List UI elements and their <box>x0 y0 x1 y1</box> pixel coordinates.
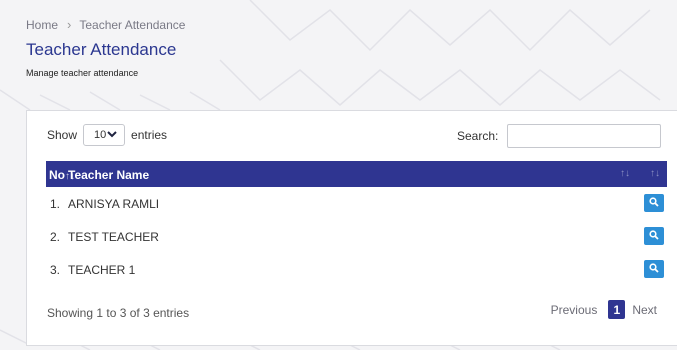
breadcrumb: Home › Teacher Attendance <box>26 17 185 32</box>
column-header-no-label: No <box>49 168 65 182</box>
sort-icon[interactable]: ↑↓ <box>620 168 630 179</box>
search-icon <box>649 262 659 276</box>
breadcrumb-separator: › <box>67 17 72 32</box>
search-icon <box>649 229 659 243</box>
view-button[interactable] <box>644 194 664 212</box>
attendance-card: Show 10 entries Search: No ↑↓ Teacher Nam… <box>26 110 677 346</box>
previous-button[interactable]: Previous <box>551 303 598 317</box>
sort-icon[interactable]: ↑↓ <box>650 168 660 179</box>
chevron-down-icon <box>107 130 117 141</box>
table-row: 2. TEST TEACHER <box>46 220 667 253</box>
show-label: Show <box>47 128 78 142</box>
page-length-select[interactable]: 10 <box>83 124 126 146</box>
column-header-teacher-name[interactable]: Teacher Name <box>68 168 149 182</box>
teacher-name: TEACHER 1 <box>68 263 136 277</box>
search-label: Search: <box>457 129 499 143</box>
page-header: Home › Teacher Attendance Teacher Attend… <box>0 0 677 110</box>
page-title: Teacher Attendance <box>26 40 177 59</box>
teacher-name: TEST TEACHER <box>68 230 159 244</box>
row-number: 3. <box>50 263 61 277</box>
breadcrumb-home[interactable]: Home <box>26 18 58 32</box>
row-number: 2. <box>50 230 61 244</box>
search-icon <box>649 196 659 210</box>
pagination: Previous 1 Next <box>551 300 657 319</box>
table-row: 1. ARNISYA RAMLI <box>46 187 667 220</box>
page-length-control: Show 10 entries <box>47 123 167 147</box>
table-header: No↑↓ Teacher Name ↑↓ ↑↓ <box>46 161 667 187</box>
entries-label: entries <box>131 128 168 142</box>
table-row: 3. TEACHER 1 <box>46 253 667 286</box>
teacher-name: ARNISYA RAMLI <box>68 197 160 211</box>
page-length-value: 10 <box>94 129 107 141</box>
search-control: Search: <box>457 123 662 149</box>
table-info: Showing 1 to 3 of 3 entries <box>47 306 190 320</box>
page-button-current[interactable]: 1 <box>608 300 626 319</box>
breadcrumb-current: Teacher Attendance <box>79 17 186 32</box>
teacher-table: No↑↓ Teacher Name ↑↓ ↑↓ 1. ARNISYA RAMLI… <box>46 161 667 286</box>
view-button[interactable] <box>644 227 664 245</box>
search-input[interactable] <box>507 124 662 148</box>
page-subtitle: Manage teacher attendance <box>26 68 139 78</box>
next-button[interactable]: Next <box>632 303 657 317</box>
view-button[interactable] <box>644 260 664 278</box>
row-number: 1. <box>50 197 61 211</box>
